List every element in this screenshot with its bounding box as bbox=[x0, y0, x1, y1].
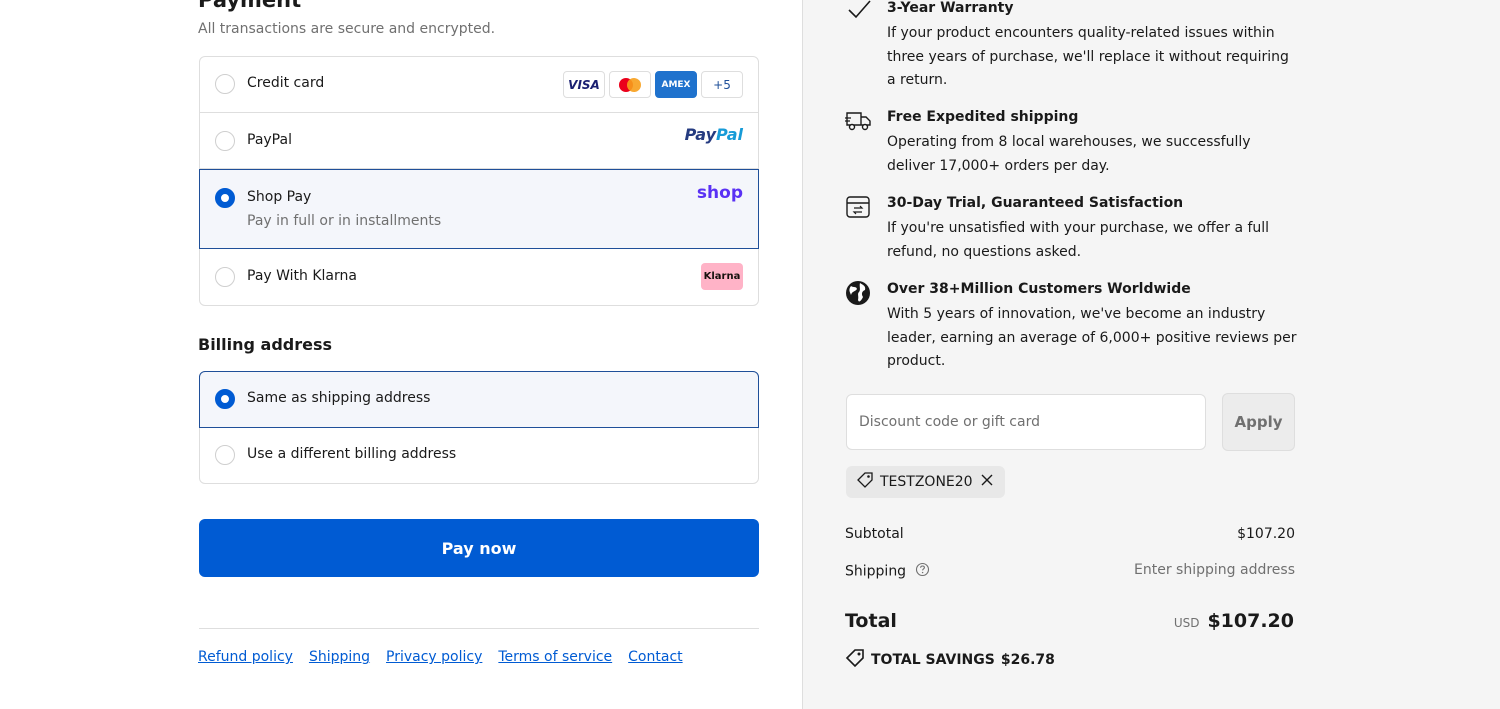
amex-logo: AMEX bbox=[655, 71, 697, 98]
pay-now-button[interactable]: Pay now bbox=[199, 519, 759, 577]
shop-pay-description: Pay in full or in installments bbox=[247, 213, 442, 229]
feature-title: Free Expedited shipping bbox=[887, 109, 1079, 125]
credit-card-label: Credit card bbox=[247, 75, 325, 91]
feature-title: 30-Day Trial, Guaranteed Satisfaction bbox=[887, 195, 1184, 211]
globe-icon bbox=[845, 281, 875, 311]
shop-pay-logo: shop bbox=[696, 183, 743, 203]
billing-same-label: Same as shipping address bbox=[247, 390, 431, 406]
footer-divider bbox=[199, 628, 759, 629]
shipping-link[interactable]: Shipping bbox=[309, 649, 370, 665]
shop-pay-radio[interactable] bbox=[215, 188, 235, 208]
billing-title: Billing address bbox=[198, 335, 333, 354]
billing-different-label: Use a different billing address bbox=[247, 446, 457, 462]
shipping-value: Enter shipping address bbox=[1134, 562, 1295, 578]
klarna-radio[interactable] bbox=[215, 267, 235, 287]
visa-logo: VISA bbox=[563, 71, 605, 98]
card-brands: VISA AMEX +5 bbox=[563, 71, 743, 98]
currency-code: USD bbox=[1173, 616, 1200, 630]
privacy-policy-link[interactable]: Privacy policy bbox=[386, 649, 482, 665]
subtotal-label: Subtotal bbox=[845, 526, 904, 542]
credit-card-radio[interactable] bbox=[215, 74, 235, 94]
paypal-label: PayPal bbox=[247, 132, 292, 148]
klarna-label: Pay With Klarna bbox=[247, 268, 357, 284]
payment-methods: Credit card VISA AMEX +5 PayPal PayPal S… bbox=[199, 56, 759, 306]
savings-label: TOTAL SAVINGS bbox=[871, 652, 995, 668]
paypal-logo: PayPal bbox=[684, 125, 743, 144]
total-savings: TOTAL SAVINGS $26.78 bbox=[845, 648, 1055, 672]
klarna-logo: Klarna bbox=[701, 263, 743, 290]
shipping-label-wrap: Shipping bbox=[845, 562, 930, 581]
discount-code-input[interactable] bbox=[846, 394, 1206, 450]
payment-method-shop-pay[interactable]: Shop Pay Pay in full or in installments … bbox=[199, 169, 759, 249]
payment-title: Payment bbox=[198, 0, 302, 12]
feature-title: Over 38+Million Customers Worldwide bbox=[887, 281, 1191, 297]
calendar-return-icon bbox=[845, 195, 875, 225]
more-cards-badge: +5 bbox=[701, 71, 743, 98]
shipping-row: Shipping Enter shipping address bbox=[845, 562, 1295, 582]
payment-method-klarna[interactable]: Pay With Klarna Klarna bbox=[199, 249, 759, 305]
tag-icon bbox=[856, 471, 874, 493]
order-summary: 3-Year Warranty If your product encounte… bbox=[802, 0, 1500, 709]
total-label: Total bbox=[845, 610, 897, 632]
feature-text: Operating from 8 local warehouses, we su… bbox=[887, 134, 1251, 174]
savings-tag-icon bbox=[845, 648, 865, 672]
footer-links: Refund policy Shipping Privacy policy Te… bbox=[198, 649, 683, 665]
shop-pay-label: Shop Pay bbox=[247, 189, 312, 205]
payment-method-credit-card[interactable]: Credit card VISA AMEX +5 bbox=[199, 56, 759, 113]
feature-text: If your product encounters quality-relat… bbox=[887, 25, 1289, 88]
shipping-label: Shipping bbox=[845, 563, 907, 580]
discount-code-label: TESTZONE20 bbox=[880, 474, 973, 490]
mastercard-logo bbox=[609, 71, 651, 98]
help-icon[interactable] bbox=[915, 562, 930, 581]
billing-same-as-shipping[interactable]: Same as shipping address bbox=[199, 371, 759, 428]
feature-text: With 5 years of innovation, we've become… bbox=[887, 306, 1297, 369]
billing-same-radio[interactable] bbox=[215, 389, 235, 409]
remove-discount-icon[interactable] bbox=[979, 472, 995, 492]
total-value: $107.20 bbox=[1207, 610, 1294, 632]
feature-text: If you're unsatisfied with your purchase… bbox=[887, 220, 1270, 260]
checkout-main: Payment All transactions are secure and … bbox=[0, 0, 802, 709]
feature-title: 3-Year Warranty bbox=[887, 0, 1014, 16]
billing-different-address[interactable]: Use a different billing address bbox=[199, 428, 759, 484]
total-value-wrap: USD $107.20 bbox=[1174, 610, 1294, 632]
billing-different-radio[interactable] bbox=[215, 445, 235, 465]
refund-policy-link[interactable]: Refund policy bbox=[198, 649, 293, 665]
applied-discount-chip: TESTZONE20 bbox=[846, 466, 1005, 498]
savings-value: $26.78 bbox=[1000, 652, 1055, 668]
payment-method-paypal[interactable]: PayPal PayPal bbox=[199, 113, 759, 169]
truck-icon bbox=[845, 109, 875, 139]
subtotal-row: Subtotal $107.20 bbox=[845, 526, 1295, 546]
payment-subtitle: All transactions are secure and encrypte… bbox=[198, 21, 496, 37]
apply-discount-button[interactable]: Apply bbox=[1222, 393, 1295, 451]
paypal-radio[interactable] bbox=[215, 131, 235, 151]
subtotal-value: $107.20 bbox=[1237, 526, 1295, 542]
terms-of-service-link[interactable]: Terms of service bbox=[498, 649, 612, 665]
check-icon bbox=[845, 0, 875, 30]
billing-options: Same as shipping address Use a different… bbox=[199, 371, 759, 484]
contact-link[interactable]: Contact bbox=[628, 649, 682, 665]
